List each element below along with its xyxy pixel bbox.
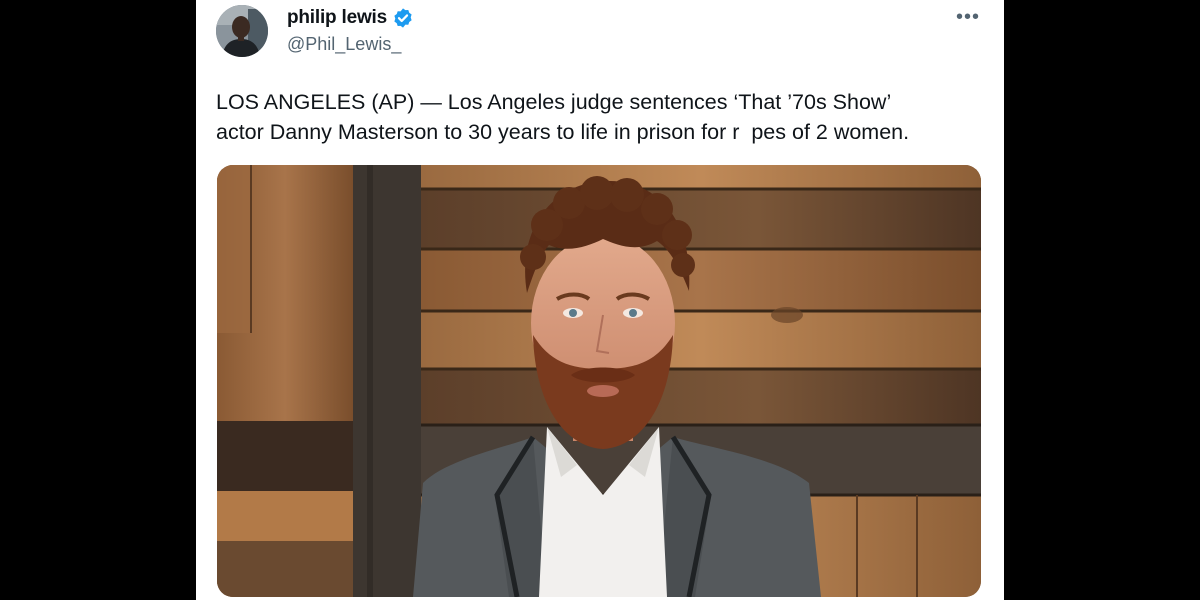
more-options-icon[interactable]: ••• [956, 6, 980, 29]
tweet-photo[interactable] [217, 165, 981, 597]
author-handle[interactable]: @Phil_Lewis_ [287, 34, 414, 55]
screenshot-frame: philip lewis @Phil_Lewis_ ••• LOS ANGELE… [0, 0, 1200, 600]
author-avatar[interactable] [216, 5, 268, 57]
tweet-author: philip lewis @Phil_Lewis_ [287, 6, 414, 55]
author-name-row: philip lewis [287, 6, 414, 30]
tweet-text-line: LOS ANGELES (AP) — Los Angeles judge sen… [216, 90, 892, 114]
tweet-text-line: actor Danny Masterson to 30 years to lif… [216, 120, 910, 144]
tweet-card: philip lewis @Phil_Lewis_ ••• LOS ANGELE… [196, 0, 1004, 600]
author-display-name[interactable]: philip lewis [287, 7, 387, 29]
verified-badge-icon [394, 8, 412, 28]
tweet-text: LOS ANGELES (AP) — Los Angeles judge sen… [216, 87, 986, 147]
